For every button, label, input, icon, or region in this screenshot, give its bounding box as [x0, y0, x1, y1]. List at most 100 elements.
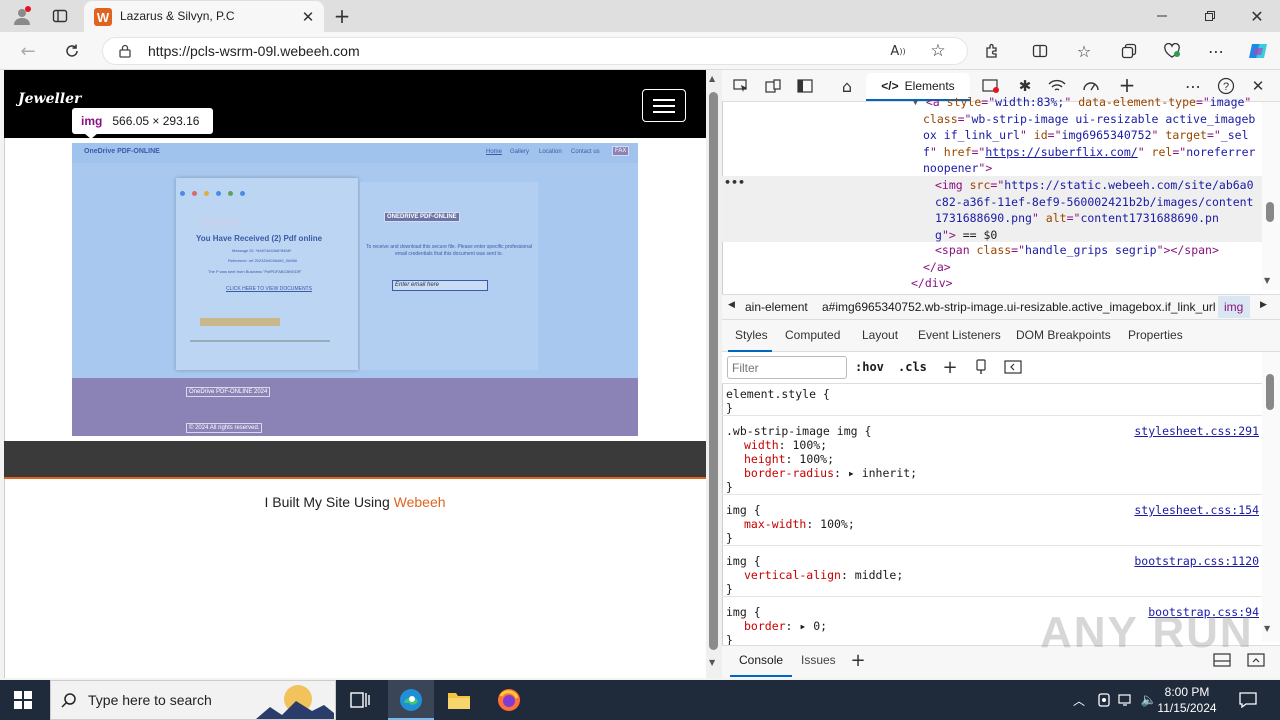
- style-source-link[interactable]: stylesheet.css:154: [1134, 503, 1259, 517]
- new-tab-icon[interactable]: +: [330, 4, 354, 28]
- tooltip-tag: img: [81, 114, 103, 128]
- style-rule-selector[interactable]: element.style {: [726, 386, 830, 403]
- dom-selected-line[interactable]: g"> == $0: [935, 227, 997, 244]
- notifications-icon[interactable]: [1236, 688, 1260, 712]
- drawer-tab-console[interactable]: Console: [739, 653, 783, 667]
- style-source-link[interactable]: stylesheet.css:291: [1134, 424, 1259, 438]
- bug-icon[interactable]: ✱: [1014, 76, 1036, 96]
- dom-selected-line[interactable]: 1731688690.png" alt="content1731688690.p…: [935, 210, 1219, 227]
- style-declaration[interactable]: vertical-align: middle;: [744, 567, 903, 584]
- tab-close-icon[interactable]: ✕: [298, 7, 318, 27]
- split-screen-icon[interactable]: [1028, 40, 1052, 62]
- breadcrumb-right-icon[interactable]: ▶: [1260, 300, 1267, 310]
- devtools-menu-icon[interactable]: ⋯: [1182, 76, 1204, 96]
- dom-line[interactable]: ox if_link_url" id="img6965340752" targe…: [923, 127, 1249, 144]
- tray-chevron-icon[interactable]: ︿: [1070, 690, 1088, 710]
- styles-scroll-thumb[interactable]: [1266, 374, 1274, 410]
- menu-toggle-button[interactable]: [642, 89, 686, 122]
- profile-avatar-icon[interactable]: [10, 4, 34, 28]
- copilot-icon[interactable]: [1246, 39, 1270, 63]
- favorites-icon[interactable]: ☆: [1072, 40, 1096, 62]
- close-devtools-icon[interactable]: ✕: [1247, 76, 1269, 96]
- image-footer: OneDrive PDF-ONLINE 2024 © 2024 All righ…: [72, 378, 638, 436]
- dom-line[interactable]: </div>: [911, 275, 953, 292]
- minimize-icon[interactable]: [1150, 4, 1174, 28]
- page-scrollbar-thumb[interactable]: [709, 92, 718, 650]
- style-declaration[interactable]: max-width: 100%;: [744, 516, 855, 533]
- hov-button[interactable]: :hov: [855, 360, 884, 374]
- styles-scrollbar[interactable]: [1262, 352, 1280, 642]
- favorite-star-icon[interactable]: ☆: [926, 40, 950, 62]
- toggle-sidebar-icon[interactable]: [1003, 358, 1023, 376]
- dom-tree-scrollbar[interactable]: [1262, 102, 1280, 290]
- scroll-down-icon[interactable]: ▼: [709, 658, 715, 667]
- tab-dom-breakpoints[interactable]: DOM Breakpoints: [1016, 328, 1111, 342]
- dom-line[interactable]: ▾ <a style="width:83%;" data-element-typ…: [912, 94, 1251, 111]
- color-palette-icon[interactable]: [972, 358, 990, 376]
- styles-scroll-down-icon[interactable]: ▼: [1264, 624, 1270, 633]
- performance-icon[interactable]: [1080, 76, 1102, 96]
- styles-filter-input[interactable]: [727, 356, 847, 379]
- read-aloud-icon[interactable]: A)): [886, 40, 910, 62]
- tab-styles[interactable]: Styles: [735, 328, 768, 342]
- tab-event-listeners[interactable]: Event Listeners: [918, 328, 1001, 342]
- breadcrumb-anchor[interactable]: a#img6965340752.wb-strip-image.ui-resiza…: [822, 300, 1216, 314]
- dom-line[interactable]: noopener">: [923, 160, 992, 177]
- node-options-icon[interactable]: •••: [724, 176, 745, 189]
- browser-tab[interactable]: W Lazarus & Silvyn, P.C ✕: [84, 1, 324, 32]
- file-explorer-icon[interactable]: [446, 687, 472, 713]
- code-icon: </>: [881, 79, 899, 93]
- style-declaration[interactable]: border: ▸ 0;: [744, 618, 827, 635]
- tab-actions-icon[interactable]: [48, 4, 72, 28]
- tray-device-icon[interactable]: [1095, 690, 1113, 710]
- tab-properties[interactable]: Properties: [1128, 328, 1183, 342]
- cls-button[interactable]: .cls: [898, 360, 927, 374]
- drawer-tab-issues[interactable]: Issues: [801, 653, 836, 667]
- drawer-add-tab-icon[interactable]: +: [848, 650, 868, 671]
- breadcrumb-left-icon[interactable]: ◀: [728, 300, 735, 310]
- task-view-icon[interactable]: [348, 688, 372, 712]
- edge-browser-icon[interactable]: [398, 687, 424, 713]
- tray-network-icon[interactable]: [1117, 690, 1135, 710]
- site-brand[interactable]: Jeweller: [18, 91, 81, 107]
- inspect-element-icon[interactable]: [730, 76, 752, 96]
- help-icon[interactable]: ?: [1215, 76, 1237, 96]
- dom-selected-line[interactable]: c82-a36f-11ef-8ef9-560002421b2b/images/c…: [935, 194, 1254, 211]
- back-icon[interactable]: ←: [16, 39, 40, 63]
- lock-icon[interactable]: [116, 41, 134, 61]
- extensions-icon[interactable]: [980, 40, 1004, 62]
- style-declaration[interactable]: border-radius: ▸ inherit;: [744, 465, 917, 482]
- dom-line[interactable]: f" href="https://suberflix.com/" rel="no…: [923, 144, 1255, 161]
- close-window-icon[interactable]: ✕: [1245, 4, 1269, 28]
- collections-icon[interactable]: [1117, 40, 1141, 62]
- rule-separator: [722, 545, 1262, 546]
- dom-scroll-down-icon[interactable]: ▼: [1264, 276, 1270, 285]
- more-tools-plus-icon[interactable]: +: [1116, 73, 1138, 97]
- dom-line[interactable]: <span class="handle_grips segrip"></span…: [935, 242, 1219, 259]
- dom-scroll-thumb[interactable]: [1266, 202, 1274, 222]
- webeeh-link[interactable]: Webeeh: [394, 494, 446, 510]
- breadcrumb-main-element[interactable]: ain-element: [745, 300, 808, 314]
- restore-icon[interactable]: [1198, 4, 1222, 28]
- breadcrumb-img[interactable]: img: [1224, 300, 1243, 314]
- network-wifi-icon[interactable]: [1046, 76, 1068, 96]
- tab-layout[interactable]: Layout: [862, 328, 898, 342]
- browser-essentials-icon[interactable]: [1160, 40, 1184, 62]
- style-source-link[interactable]: bootstrap.css:1120: [1134, 554, 1259, 568]
- dom-selected-line[interactable]: <img src="https://static.webeeh.com/site…: [935, 177, 1254, 194]
- windows-start-icon[interactable]: [10, 688, 36, 712]
- new-style-rule-icon[interactable]: +: [940, 357, 960, 378]
- firefox-icon[interactable]: [496, 687, 522, 713]
- dock-side-icon[interactable]: [794, 76, 816, 96]
- welcome-home-icon[interactable]: ⌂: [836, 76, 858, 96]
- url-text[interactable]: https://pcls-wsrm-09l.webeeh.com: [148, 43, 360, 59]
- settings-more-icon[interactable]: ⋯: [1204, 40, 1228, 62]
- dom-line[interactable]: </a>: [923, 259, 951, 276]
- console-icon[interactable]: [980, 76, 1002, 96]
- scroll-up-icon[interactable]: ▲: [709, 74, 715, 83]
- device-emulation-icon[interactable]: [762, 76, 784, 96]
- taskbar-clock[interactable]: 8:00 PM 11/15/2024: [1148, 684, 1226, 716]
- tab-computed[interactable]: Computed: [785, 328, 840, 342]
- refresh-icon[interactable]: [60, 39, 84, 63]
- dom-line[interactable]: class="wb-strip-image ui-resizable activ…: [923, 111, 1255, 128]
